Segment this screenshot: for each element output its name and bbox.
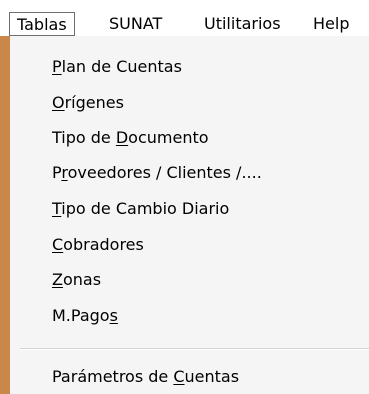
menu-item-text-post: lan de Cuentas xyxy=(61,57,182,76)
menu-item-mnemonic: s xyxy=(109,306,118,325)
menu-item-text-post: oveedores / Clientes /.... xyxy=(67,163,262,182)
menu-item-mnemonic: P xyxy=(52,57,62,76)
menu-item-mnemonic: Z xyxy=(52,270,63,289)
menu-utilitarios[interactable]: Utilitarios xyxy=(204,12,281,36)
menu-item-text-post: ipo de Cambio Diario xyxy=(61,199,230,218)
tablas-dropdown-menu: Plan de Cuentas Orígenes Tipo de Documen… xyxy=(10,36,369,394)
menu-item-text-pre: P xyxy=(52,163,62,182)
menu-item-text-pre: Parámetros de xyxy=(52,367,174,386)
menu-item-mnemonic: C xyxy=(173,367,185,386)
menu-item-origenes[interactable]: Orígenes xyxy=(52,91,124,115)
menu-item-proveedores-clientes[interactable]: Proveedores / Clientes /.... xyxy=(52,161,262,185)
menu-item-mpagos[interactable]: M.Pagos xyxy=(52,304,118,328)
menu-item-mnemonic: C xyxy=(52,235,64,254)
dropdown-left-accent xyxy=(0,36,10,394)
menu-item-text-post: onas xyxy=(62,270,102,289)
menu-item-cobradores[interactable]: Cobradores xyxy=(52,233,144,257)
menu-item-text-post: rígenes xyxy=(64,93,124,112)
menu-separator xyxy=(20,348,369,350)
menu-item-text-post: uentas xyxy=(184,367,240,386)
menu-item-mnemonic: O xyxy=(52,93,65,112)
menu-item-zonas[interactable]: Zonas xyxy=(52,268,101,292)
menu-item-parametros-de-cuentas[interactable]: Parámetros de Cuentas xyxy=(52,365,239,389)
menu-tablas[interactable]: Tablas xyxy=(9,12,75,36)
menu-item-text-pre: Tipo de xyxy=(52,128,116,147)
menu-item-text-pre: M.Pago xyxy=(52,306,110,325)
menu-item-text-post: ocumento xyxy=(128,128,209,147)
menu-item-plan-de-cuentas[interactable]: Plan de Cuentas xyxy=(52,55,182,79)
menu-item-text-post: obradores xyxy=(63,235,144,254)
menu-item-mnemonic: D xyxy=(115,128,129,147)
menu-sunat[interactable]: SUNAT xyxy=(109,12,162,36)
menu-help[interactable]: Help xyxy=(313,12,349,36)
menu-item-tipo-de-cambio-diario[interactable]: Tipo de Cambio Diario xyxy=(52,197,229,221)
menu-item-mnemonic: T xyxy=(52,199,62,218)
menu-item-tipo-de-documento[interactable]: Tipo de Documento xyxy=(52,126,209,150)
